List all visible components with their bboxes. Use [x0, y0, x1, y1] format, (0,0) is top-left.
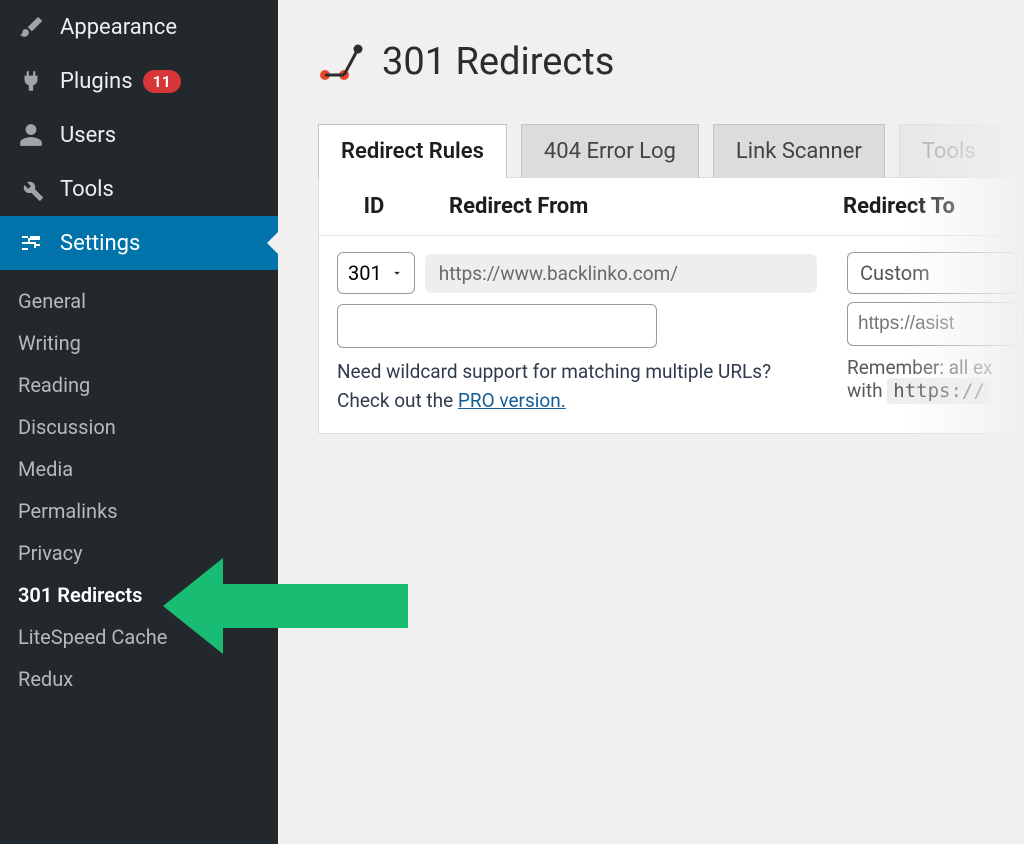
chevron-down-icon — [390, 266, 404, 280]
redirect-icon — [318, 42, 366, 82]
plug-icon — [16, 66, 46, 96]
tab-tools[interactable]: Tools — [899, 124, 999, 178]
base-url-label: https://www.backlinko.com/ — [425, 254, 817, 293]
sidebar-item-users[interactable]: Users — [0, 108, 278, 162]
user-icon — [16, 120, 46, 150]
redirect-type-select[interactable]: 301 — [337, 252, 415, 294]
annotation-arrow — [218, 584, 408, 628]
redirect-type-value: 301 — [348, 261, 382, 285]
subitem-general[interactable]: General — [0, 280, 278, 322]
wrench-icon — [16, 174, 46, 204]
sidebar-item-appearance[interactable]: Appearance — [0, 0, 278, 54]
wildcard-hint: Need wildcard support for matching multi… — [337, 358, 817, 415]
plugins-badge: 11 — [143, 70, 181, 93]
settings-submenu: General Writing Reading Discussion Media… — [0, 270, 278, 702]
tab-redirect-rules[interactable]: Redirect Rules — [318, 124, 507, 178]
admin-sidebar: Appearance Plugins 11 Users Tools Settin… — [0, 0, 278, 844]
subitem-privacy[interactable]: Privacy — [0, 532, 278, 574]
th-from: Redirect From — [429, 178, 823, 235]
subitem-discussion[interactable]: Discussion — [0, 406, 278, 448]
sliders-icon — [16, 228, 46, 258]
page-title: 301 Redirects — [382, 40, 614, 84]
arrow-head-icon — [163, 558, 223, 654]
th-id: ID — [319, 178, 429, 235]
sidebar-item-label: Plugins — [60, 69, 133, 94]
redirect-from-input[interactable] — [337, 304, 657, 348]
remember-code: https:// — [887, 378, 991, 404]
page-header: 301 Redirects — [318, 40, 1024, 84]
subitem-permalinks[interactable]: Permalinks — [0, 490, 278, 532]
subitem-writing[interactable]: Writing — [0, 322, 278, 364]
main-content: 301 Redirects Redirect Rules 404 Error L… — [278, 0, 1024, 844]
redirect-to-type-select[interactable]: Custom — [847, 252, 1017, 294]
brush-icon — [16, 12, 46, 42]
subitem-reading[interactable]: Reading — [0, 364, 278, 406]
redirect-to-input[interactable] — [847, 302, 1017, 346]
subitem-media[interactable]: Media — [0, 448, 278, 490]
sidebar-item-label: Appearance — [60, 15, 177, 40]
th-to: Redirect To — [823, 178, 1023, 235]
tab-link-scanner[interactable]: Link Scanner — [713, 124, 885, 178]
table-row: 301 https://www.backlinko.com/ Need wild… — [319, 236, 1023, 433]
table-header: ID Redirect From Redirect To — [319, 178, 1023, 236]
tabs: Redirect Rules 404 Error Log Link Scanne… — [318, 124, 1024, 178]
tab-404-log[interactable]: 404 Error Log — [521, 124, 699, 178]
arrow-shaft — [218, 584, 408, 628]
pro-version-link[interactable]: PRO version. — [458, 389, 566, 412]
subitem-redux[interactable]: Redux — [0, 658, 278, 700]
sidebar-item-plugins[interactable]: Plugins 11 — [0, 54, 278, 108]
col-to: Custom Remember: all ex with https:// — [847, 252, 1005, 415]
rules-panel: ID Redirect From Redirect To 301 https:/… — [318, 177, 1024, 434]
remember-hint: Remember: all ex with https:// — [847, 356, 1005, 402]
col-from: 301 https://www.backlinko.com/ Need wild… — [337, 252, 817, 415]
sidebar-item-label: Tools — [60, 177, 114, 202]
sidebar-item-label: Users — [60, 123, 116, 148]
sidebar-item-tools[interactable]: Tools — [0, 162, 278, 216]
sidebar-item-settings[interactable]: Settings — [0, 216, 278, 270]
sidebar-item-label: Settings — [60, 231, 140, 256]
